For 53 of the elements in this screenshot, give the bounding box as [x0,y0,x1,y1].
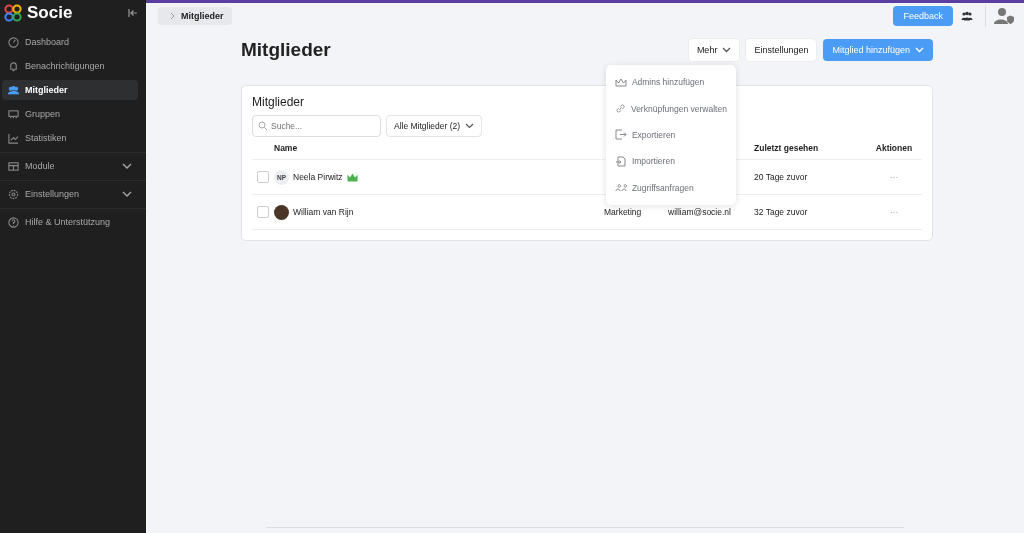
search-icon [258,121,268,131]
people-icon[interactable] [961,11,973,21]
bell-icon [8,60,19,72]
toolbar-button[interactable]: Einstellungen [746,39,817,61]
member-name[interactable]: Neela Pirwitz [293,172,343,182]
gear-icon [8,188,19,200]
sidebar-item[interactable]: Statistiken [2,128,138,148]
chart-icon [8,132,19,144]
menu-item[interactable]: Admins hinzufügen [605,69,736,96]
column-header: Name [274,143,299,153]
groups-icon [8,108,19,120]
logo-icon [4,4,22,22]
dashboard-icon [8,36,19,48]
menu-item[interactable]: Importieren [605,148,736,175]
help-icon [8,216,19,228]
menu-item[interactable]: Exportieren [605,121,736,149]
sidebar-item[interactable]: Gruppen [2,104,138,124]
sidebar-item[interactable]: Module [2,156,138,176]
export-icon [614,129,627,141]
table-icon [8,160,19,172]
search-field[interactable]: Suche... [252,115,381,137]
brand-name: Socie [27,3,73,23]
row-checkbox[interactable] [257,206,269,218]
table-cell-text: 32 Tage zuvor [754,207,809,217]
page-title: Mitglieder [241,39,331,61]
member-name[interactable]: William van Rijn [293,207,354,217]
avatar-photo [274,204,289,220]
menu-item[interactable]: Zugriffsanfragen [605,174,736,201]
crown-icon [614,76,627,88]
sidebar-item[interactable]: Einstellungen [2,184,138,204]
table-cell-text: 20 Tage zuvor [754,172,809,182]
menu-item[interactable]: Verknüpfungen verwalten [605,95,736,122]
sidebar-item[interactable]: Mitglieder [2,80,138,100]
people-icon [8,84,19,96]
sidebar-item[interactable]: Dashboard [2,32,138,52]
sidebar-item[interactable]: Benachrichtigungen [2,56,138,76]
column-header: Aktionen [874,143,914,153]
user-shield-icon[interactable] [994,7,1014,25]
table-cell-text: Marketing [604,207,643,217]
chevron-icon [170,12,175,20]
people-icon [614,182,627,194]
toolbar-button[interactable]: Mehr [688,39,740,61]
sidebar-item[interactable]: Hilfe & Unterstützung [2,212,138,232]
card-title: Mitglieder [252,95,305,109]
row-checkbox[interactable] [257,171,269,183]
caret-icon [465,123,475,129]
link-icon [614,103,626,115]
table-cell-text: william@socie.nl [668,207,732,217]
column-header: Zuletzt gesehen [754,143,820,153]
filter-dropdown[interactable]: Alle Mitglieder (2) [386,115,483,137]
import-icon [614,155,627,167]
collapse-icon[interactable] [128,8,138,18]
breadcrumb[interactable]: Mitglieder [158,7,232,25]
